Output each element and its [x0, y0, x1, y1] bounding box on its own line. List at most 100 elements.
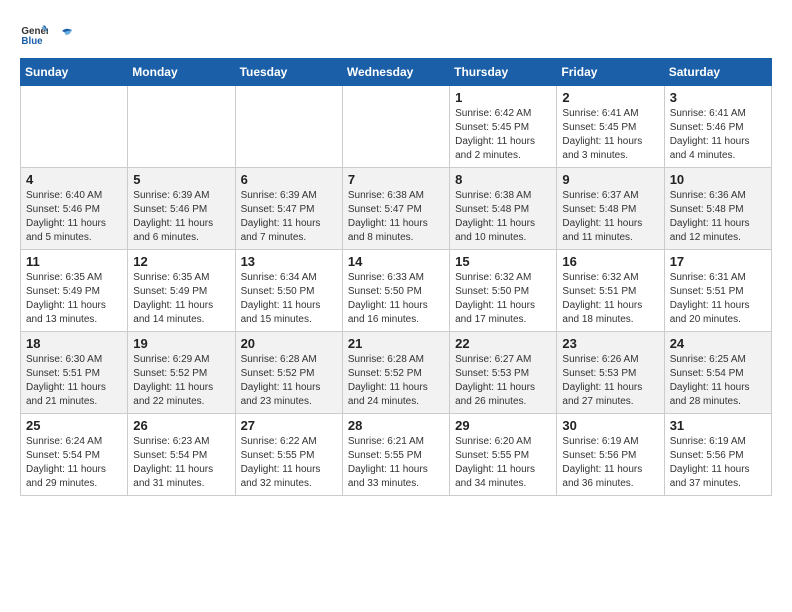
day-info: Sunrise: 6:28 AMSunset: 5:52 PMDaylight:…	[241, 353, 337, 409]
calendar-cell: 19 Sunrise: 6:29 AMSunset: 5:52 PMDayligh…	[128, 332, 235, 414]
calendar-cell: 26 Sunrise: 6:23 AMSunset: 5:54 PMDayligh…	[128, 414, 235, 496]
day-number: 13	[241, 254, 337, 269]
day-header-friday: Friday	[557, 59, 664, 86]
calendar-cell: 17 Sunrise: 6:31 AMSunset: 5:51 PMDayligh…	[664, 250, 771, 332]
day-info: Sunrise: 6:19 AMSunset: 5:56 PMDaylight:…	[562, 435, 658, 491]
calendar-cell: 29 Sunrise: 6:20 AMSunset: 5:55 PMDayligh…	[450, 414, 557, 496]
day-header-saturday: Saturday	[664, 59, 771, 86]
calendar-cell: 7 Sunrise: 6:38 AMSunset: 5:47 PMDaylight…	[342, 168, 449, 250]
calendar-cell: 4Sunrise: 6:40 AMSunset: 5:46 PMDaylight…	[21, 168, 128, 250]
day-info: Sunrise: 6:29 AMSunset: 5:52 PMDaylight:…	[133, 353, 229, 409]
day-number: 19	[133, 336, 229, 351]
calendar-week-3: 18 Sunrise: 6:30 AMSunset: 5:51 PMDayligh…	[21, 332, 772, 414]
day-info: Sunrise: 6:35 AMSunset: 5:49 PMDaylight:…	[26, 271, 122, 327]
day-info: Sunrise: 6:20 AMSunset: 5:55 PMDaylight:…	[455, 435, 551, 491]
day-number: 17	[670, 254, 766, 269]
day-info: Sunrise: 6:30 AMSunset: 5:51 PMDaylight:…	[26, 353, 122, 409]
calendar-cell: 15Sunrise: 6:32 AMSunset: 5:50 PMDayligh…	[450, 250, 557, 332]
calendar-cell: 1Sunrise: 6:42 AMSunset: 5:45 PMDaylight…	[450, 86, 557, 168]
day-number: 16	[562, 254, 658, 269]
day-number: 21	[348, 336, 444, 351]
day-number: 23	[562, 336, 658, 351]
days-of-week-row: SundayMondayTuesdayWednesdayThursdayFrid…	[21, 59, 772, 86]
day-info: Sunrise: 6:31 AMSunset: 5:51 PMDaylight:…	[670, 271, 766, 327]
day-number: 9	[562, 172, 658, 187]
day-number: 15	[455, 254, 551, 269]
calendar-cell: 30Sunrise: 6:19 AMSunset: 5:56 PMDayligh…	[557, 414, 664, 496]
calendar-cell: 18 Sunrise: 6:30 AMSunset: 5:51 PMDayligh…	[21, 332, 128, 414]
day-info: Sunrise: 6:38 AMSunset: 5:48 PMDaylight:…	[455, 189, 551, 245]
day-header-thursday: Thursday	[450, 59, 557, 86]
day-info: Sunrise: 6:28 AMSunset: 5:52 PMDaylight:…	[348, 353, 444, 409]
calendar-body: 1Sunrise: 6:42 AMSunset: 5:45 PMDaylight…	[21, 86, 772, 496]
calendar-cell: 6Sunrise: 6:39 AMSunset: 5:47 PMDaylight…	[235, 168, 342, 250]
logo-icon: General Blue	[20, 20, 48, 48]
day-info: Sunrise: 6:35 AMSunset: 5:49 PMDaylight:…	[133, 271, 229, 327]
calendar-cell: 13 Sunrise: 6:34 AMSunset: 5:50 PMDayligh…	[235, 250, 342, 332]
calendar-cell: 3Sunrise: 6:41 AMSunset: 5:46 PMDaylight…	[664, 86, 771, 168]
day-info: Sunrise: 6:19 AMSunset: 5:56 PMDaylight:…	[670, 435, 766, 491]
day-number: 29	[455, 418, 551, 433]
day-info: Sunrise: 6:41 AMSunset: 5:45 PMDaylight:…	[562, 107, 658, 163]
calendar-week-4: 25Sunrise: 6:24 AMSunset: 5:54 PMDayligh…	[21, 414, 772, 496]
calendar-cell: 22Sunrise: 6:27 AMSunset: 5:53 PMDayligh…	[450, 332, 557, 414]
calendar-cell: 11 Sunrise: 6:35 AMSunset: 5:49 PMDayligh…	[21, 250, 128, 332]
day-header-sunday: Sunday	[21, 59, 128, 86]
calendar-week-0: 1Sunrise: 6:42 AMSunset: 5:45 PMDaylight…	[21, 86, 772, 168]
day-header-monday: Monday	[128, 59, 235, 86]
day-info: Sunrise: 6:41 AMSunset: 5:46 PMDaylight:…	[670, 107, 766, 163]
day-info: Sunrise: 6:26 AMSunset: 5:53 PMDaylight:…	[562, 353, 658, 409]
day-number: 12	[133, 254, 229, 269]
day-info: Sunrise: 6:37 AMSunset: 5:48 PMDaylight:…	[562, 189, 658, 245]
day-info: Sunrise: 6:34 AMSunset: 5:50 PMDaylight:…	[241, 271, 337, 327]
day-info: Sunrise: 6:39 AMSunset: 5:47 PMDaylight:…	[241, 189, 337, 245]
calendar-cell: 28 Sunrise: 6:21 AMSunset: 5:55 PMDayligh…	[342, 414, 449, 496]
day-info: Sunrise: 6:22 AMSunset: 5:55 PMDaylight:…	[241, 435, 337, 491]
calendar-cell: 24Sunrise: 6:25 AMSunset: 5:54 PMDayligh…	[664, 332, 771, 414]
calendar-cell	[21, 86, 128, 168]
day-info: Sunrise: 6:23 AMSunset: 5:54 PMDaylight:…	[133, 435, 229, 491]
calendar-cell: 21 Sunrise: 6:28 AMSunset: 5:52 PMDayligh…	[342, 332, 449, 414]
calendar-cell: 16 Sunrise: 6:32 AMSunset: 5:51 PMDayligh…	[557, 250, 664, 332]
day-info: Sunrise: 6:36 AMSunset: 5:48 PMDaylight:…	[670, 189, 766, 245]
calendar-cell	[128, 86, 235, 168]
calendar-cell: 31 Sunrise: 6:19 AMSunset: 5:56 PMDayligh…	[664, 414, 771, 496]
day-number: 31	[670, 418, 766, 433]
calendar-cell: 20Sunrise: 6:28 AMSunset: 5:52 PMDayligh…	[235, 332, 342, 414]
calendar-cell: 9 Sunrise: 6:37 AMSunset: 5:48 PMDaylight…	[557, 168, 664, 250]
logo-bird-icon	[52, 25, 74, 47]
calendar-table: SundayMondayTuesdayWednesdayThursdayFrid…	[20, 58, 772, 496]
day-info: Sunrise: 6:32 AMSunset: 5:51 PMDaylight:…	[562, 271, 658, 327]
calendar-cell: 5 Sunrise: 6:39 AMSunset: 5:46 PMDaylight…	[128, 168, 235, 250]
day-info: Sunrise: 6:25 AMSunset: 5:54 PMDaylight:…	[670, 353, 766, 409]
logo: General Blue	[20, 20, 74, 48]
day-info: Sunrise: 6:21 AMSunset: 5:55 PMDaylight:…	[348, 435, 444, 491]
day-number: 14	[348, 254, 444, 269]
calendar-week-1: 4Sunrise: 6:40 AMSunset: 5:46 PMDaylight…	[21, 168, 772, 250]
day-info: Sunrise: 6:39 AMSunset: 5:46 PMDaylight:…	[133, 189, 229, 245]
header: General Blue	[20, 20, 772, 48]
day-number: 28	[348, 418, 444, 433]
day-number: 10	[670, 172, 766, 187]
day-number: 26	[133, 418, 229, 433]
day-number: 27	[241, 418, 337, 433]
day-info: Sunrise: 6:24 AMSunset: 5:54 PMDaylight:…	[26, 435, 122, 491]
day-number: 5	[133, 172, 229, 187]
calendar-cell: 27 Sunrise: 6:22 AMSunset: 5:55 PMDayligh…	[235, 414, 342, 496]
calendar-week-2: 11 Sunrise: 6:35 AMSunset: 5:49 PMDayligh…	[21, 250, 772, 332]
day-number: 2	[562, 90, 658, 105]
calendar-cell: 14 Sunrise: 6:33 AMSunset: 5:50 PMDayligh…	[342, 250, 449, 332]
calendar-cell: 23 Sunrise: 6:26 AMSunset: 5:53 PMDayligh…	[557, 332, 664, 414]
day-number: 4	[26, 172, 122, 187]
day-number: 11	[26, 254, 122, 269]
calendar-cell: 25Sunrise: 6:24 AMSunset: 5:54 PMDayligh…	[21, 414, 128, 496]
day-info: Sunrise: 6:38 AMSunset: 5:47 PMDaylight:…	[348, 189, 444, 245]
day-number: 1	[455, 90, 551, 105]
calendar-cell: 10 Sunrise: 6:36 AMSunset: 5:48 PMDayligh…	[664, 168, 771, 250]
day-number: 22	[455, 336, 551, 351]
day-info: Sunrise: 6:33 AMSunset: 5:50 PMDaylight:…	[348, 271, 444, 327]
day-number: 7	[348, 172, 444, 187]
day-number: 8	[455, 172, 551, 187]
calendar-cell: 2 Sunrise: 6:41 AMSunset: 5:45 PMDaylight…	[557, 86, 664, 168]
day-number: 18	[26, 336, 122, 351]
